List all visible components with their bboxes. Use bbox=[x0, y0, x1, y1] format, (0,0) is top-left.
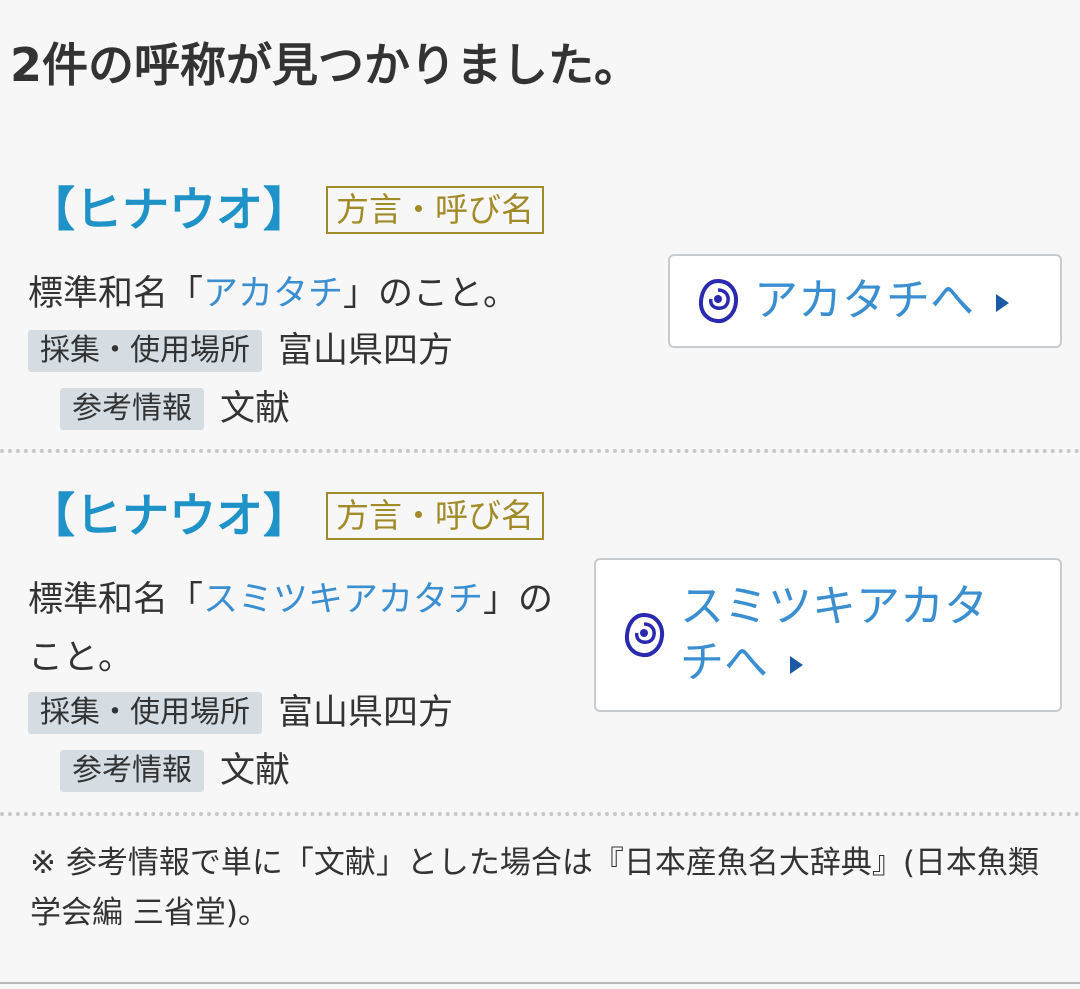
divider bbox=[0, 449, 1080, 453]
goto-label: スミツキアカタチへ bbox=[680, 579, 1020, 691]
standard-name-description: 標準和名「アカタチ」のこと。 bbox=[28, 265, 628, 323]
fish-icon bbox=[624, 612, 665, 658]
result-entry: 【ヒナウオ】 方言・呼び名 標準和名「アカタチ」のこと。 採集・使用場所 富山県… bbox=[0, 180, 1080, 450]
reference-row: 参考情報 文献 bbox=[60, 388, 290, 430]
place-row: 採集・使用場所 富山県四方 bbox=[28, 330, 453, 372]
place-value: 富山県四方 bbox=[278, 331, 454, 371]
reference-label: 参考情報 bbox=[60, 750, 204, 792]
goto-label-text: アカタチへ bbox=[754, 274, 974, 326]
arrow-right-icon bbox=[996, 293, 1009, 312]
goto-label: アカタチへ bbox=[754, 275, 1009, 328]
place-row: 採集・使用場所 富山県四方 bbox=[28, 692, 453, 734]
result-count-heading: 2件の呼称が見つかりました。 bbox=[10, 38, 641, 92]
reference-row: 参考情報 文献 bbox=[60, 750, 290, 792]
desc-prefix: 標準和名「 bbox=[28, 580, 204, 620]
desc-prefix: 標準和名「 bbox=[28, 274, 204, 314]
entry-name: 【ヒナウオ】 bbox=[28, 182, 310, 238]
reference-footnote: ※ 参考情報で単に「文献」とした場合は『日本産魚名大辞典』(日本魚類学会編 三省… bbox=[30, 845, 1039, 931]
reference-label: 参考情報 bbox=[60, 388, 204, 430]
arrow-right-icon bbox=[790, 656, 803, 674]
standard-name-link[interactable]: アカタチ bbox=[203, 274, 343, 314]
goto-fish-button[interactable]: アカタチへ bbox=[668, 254, 1062, 348]
goto-label-text: スミツキアカタチへ bbox=[680, 581, 988, 688]
entry-name: 【ヒナウオ】 bbox=[28, 488, 310, 544]
standard-name-description: 標準和名「スミツキアカタチ」のこと。 bbox=[28, 571, 568, 687]
reference-value: 文献 bbox=[220, 389, 291, 429]
result-entry: 【ヒナウオ】 方言・呼び名 標準和名「スミツキアカタチ」のこと。 採集・使用場所… bbox=[0, 486, 1080, 811]
place-value: 富山県四方 bbox=[278, 693, 454, 733]
place-label: 採集・使用場所 bbox=[28, 692, 262, 734]
goto-fish-button[interactable]: スミツキアカタチへ bbox=[594, 558, 1062, 712]
type-badge: 方言・呼び名 bbox=[326, 186, 544, 234]
bottom-border bbox=[0, 982, 1080, 984]
place-label: 採集・使用場所 bbox=[28, 330, 262, 372]
fish-icon bbox=[698, 278, 739, 324]
divider bbox=[0, 812, 1080, 816]
type-badge: 方言・呼び名 bbox=[326, 492, 544, 540]
entry-name-row: 【ヒナウオ】 方言・呼び名 bbox=[28, 180, 544, 240]
reference-value: 文献 bbox=[220, 751, 291, 791]
desc-suffix: 」のこと。 bbox=[343, 274, 519, 314]
standard-name-link[interactable]: スミツキアカタチ bbox=[203, 580, 483, 620]
entry-name-row: 【ヒナウオ】 方言・呼び名 bbox=[28, 486, 544, 546]
